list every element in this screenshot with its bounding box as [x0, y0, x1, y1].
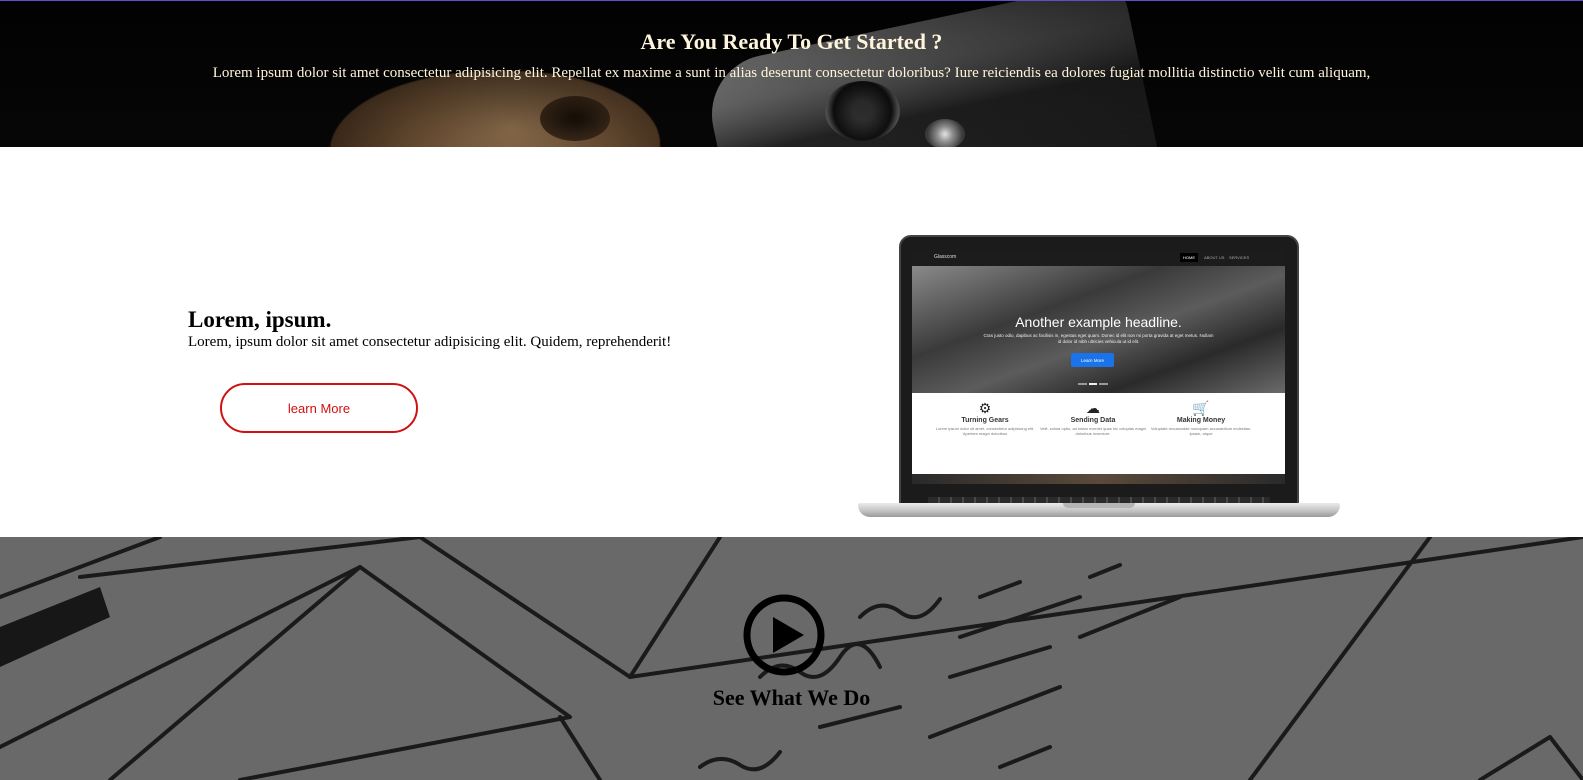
mockup-headline: Another example headline.	[1015, 314, 1182, 330]
laptop-mockup-image: Glasscom HOME ABOUT US SERVICES Another …	[858, 235, 1340, 535]
hero-banner: Are You Ready To Get Started ? Lorem ips…	[0, 0, 1583, 147]
mockup-feature-data: ☁ Sending Data Velit, soluta optio, ad t…	[1038, 400, 1148, 436]
laptop-notch	[1063, 503, 1135, 508]
mockup-bottom-strip	[912, 474, 1285, 484]
mockup-feature-title: Making Money	[1176, 417, 1226, 424]
play-icon[interactable]	[742, 593, 826, 677]
mockup-feature-text: Voluptate recusandae numquam accusantium…	[1150, 426, 1252, 436]
mockup-feature-gears: ⚙ Turning Gears Lorem ipsum dolor sit am…	[930, 400, 1040, 436]
mockup-nav-services: SERVICES	[1229, 255, 1250, 260]
mockup-navbar: Glasscom HOME ABOUT US SERVICES	[912, 250, 1285, 266]
mockup-hero: Another example headline. Cras justo odi…	[912, 266, 1285, 393]
mockup-feature-text: Lorem ipsum dolor sit amet, consectetur …	[935, 426, 1035, 436]
gear-icon: ⚙	[978, 400, 992, 416]
hero-text: Lorem ipsum dolor sit amet consectetur a…	[212, 65, 1371, 81]
mockup-nav-home: HOME	[1180, 253, 1198, 262]
mockup-nav-about: ABOUT US	[1204, 255, 1225, 260]
laptop-screen: Glasscom HOME ABOUT US SERVICES Another …	[912, 250, 1285, 484]
mockup-carousel-indicators	[1078, 383, 1109, 385]
feature-title: Lorem, ipsum.	[188, 307, 332, 332]
mockup-feature-money: 🛒 Making Money Voluptate recusandae numq…	[1146, 400, 1256, 436]
mockup-learn-more-button: Learn More	[1071, 353, 1114, 367]
mockup-subtext: Cras justo odio, dapibus ac facilisis in…	[983, 333, 1214, 344]
feature-text: Lorem, ipsum dolor sit amet consectetur …	[188, 334, 672, 350]
learn-more-button[interactable]: learn More	[220, 383, 418, 433]
mockup-brand: Glasscom	[934, 254, 957, 260]
mockup-feature-title: Turning Gears	[961, 417, 1009, 424]
mockup-feature-title: Sending Data	[1070, 417, 1116, 424]
hero-title: Are You Ready To Get Started ?	[640, 29, 943, 54]
cart-icon: 🛒	[1192, 400, 1210, 416]
video-title: See What We Do	[712, 685, 871, 710]
feature-section: Lorem, ipsum. Lorem, ipsum dolor sit ame…	[0, 147, 1583, 537]
mockup-feature-text: Velit, soluta optio, ad totam eveniet qu…	[1039, 426, 1147, 436]
cloud-icon: ☁	[1086, 400, 1100, 416]
video-section: See What We Do	[0, 537, 1583, 780]
